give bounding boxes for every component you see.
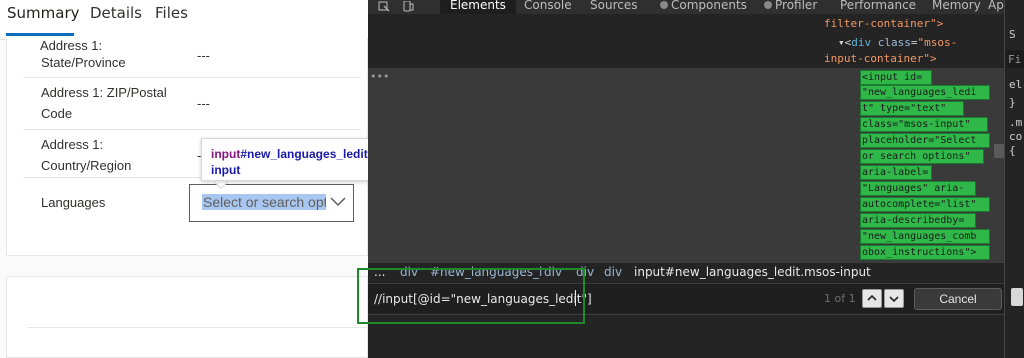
tab-components-label: Components [671,0,747,12]
highlighted-input-node[interactable]: <input id= "new_languages_ledi t" type="… [860,70,990,260]
styles-pane: S Fi el } .m co { [1004,0,1024,358]
hl-line: autocomplete="list" [860,197,990,212]
hl-line: t" type="text" [860,101,964,116]
tab-application[interactable]: App [988,0,1004,12]
hl-line: "new_languages_ledi [860,85,990,100]
second-card [6,276,368,358]
styles-text: el [1009,78,1023,91]
hl-line: <input id= [860,70,932,85]
field-label: State/Province [41,55,126,70]
hl-line: "new_languages_comb [860,229,990,244]
hl-line: "Languages" aria- [860,181,976,196]
tab-profiler[interactable]: Profiler [764,0,817,12]
row-state-province: State/Province --- [23,38,361,78]
more-icon[interactable]: ••• [370,70,389,83]
devtools-tab-bar: Elements Console Sources Components Prof… [368,0,1004,14]
hl-line: or search options" [860,149,984,164]
hl-line: placeholder="Select [860,133,990,148]
chevron-down-icon [889,296,899,303]
field-label: Address 1: ZIP/Postal Code [41,85,167,121]
tooltip-id: #new_languages_ledit [240,147,368,161]
inspect-element-icon[interactable] [378,1,390,12]
dom-scrollbar[interactable] [994,144,1004,158]
breadcrumb-item[interactable]: div [604,265,622,279]
next-match-button[interactable] [884,289,904,308]
field-label: Address 1: Country/Region [41,137,132,173]
hl-line: class="msos-input" [860,117,988,132]
tooltip-role: input [211,163,241,177]
inspect-tooltip: input#new_languages_ledit input [201,138,373,181]
field-value[interactable]: --- [197,96,210,111]
match-count: 1 of 1 [824,292,856,305]
cancel-button[interactable]: Cancel [914,288,1002,310]
styles-text: co [1009,130,1023,143]
styles-text: S [1009,28,1016,41]
field-value[interactable]: --- [197,48,210,63]
styles-text: Fi [1008,53,1022,66]
row-zip: Address 1: ZIP/Postal Code --- [23,78,361,130]
tab-memory[interactable]: Memory [932,0,981,12]
hl-line: aria-label= [860,165,932,180]
dom-line[interactable]: input-container"> [824,52,937,65]
tab-details[interactable]: Details [90,4,142,22]
styles-text: } [1009,96,1016,109]
crm-form-pane: Summary Details Files Address 1: State/P… [0,0,373,358]
breadcrumb-current[interactable]: input#new_languages_ledit.msos-input [634,265,871,279]
tab-sources[interactable]: Sources [590,0,637,12]
styles-scrollbar[interactable] [1011,288,1023,306]
styles-text: .m [1009,116,1023,129]
tab-performance[interactable]: Performance [840,0,916,12]
annotation-highlight-frame [357,268,585,324]
react-icon [764,1,772,9]
tab-summary[interactable]: Summary [7,4,80,22]
languages-placeholder: Select or search options [202,194,326,210]
form-tab-bar: Summary Details Files [0,0,368,40]
dom-line[interactable]: ▾<div class="msos- [838,36,957,49]
tab-profiler-label: Profiler [775,0,818,12]
divider [27,327,367,328]
device-toolbar-icon[interactable] [402,1,414,12]
dom-tree-upper: filter-container"> ▾<div class="msos- in… [368,14,1004,68]
tab-console[interactable]: Console [524,0,572,12]
prev-match-button[interactable] [862,289,882,308]
tab-components[interactable]: Components [660,0,747,12]
hl-line: aria-describedby= [860,213,976,228]
dom-line[interactable]: filter-container"> [824,17,943,30]
hl-line: obox_instructions"> [860,245,990,260]
tooltip-tag: input [211,147,241,161]
styles-filter-input[interactable]: Fi [1006,50,1024,68]
react-icon [660,1,668,9]
languages-combobox[interactable]: Select or search options [189,184,354,222]
chevron-up-icon [867,294,877,301]
chevron-down-icon[interactable] [329,195,347,209]
tab-files[interactable]: Files [155,4,188,22]
active-tab-indicator [6,33,74,36]
field-label: Languages [41,195,106,210]
styles-text: { [1009,144,1016,157]
tab-elements[interactable]: Elements [450,0,506,12]
